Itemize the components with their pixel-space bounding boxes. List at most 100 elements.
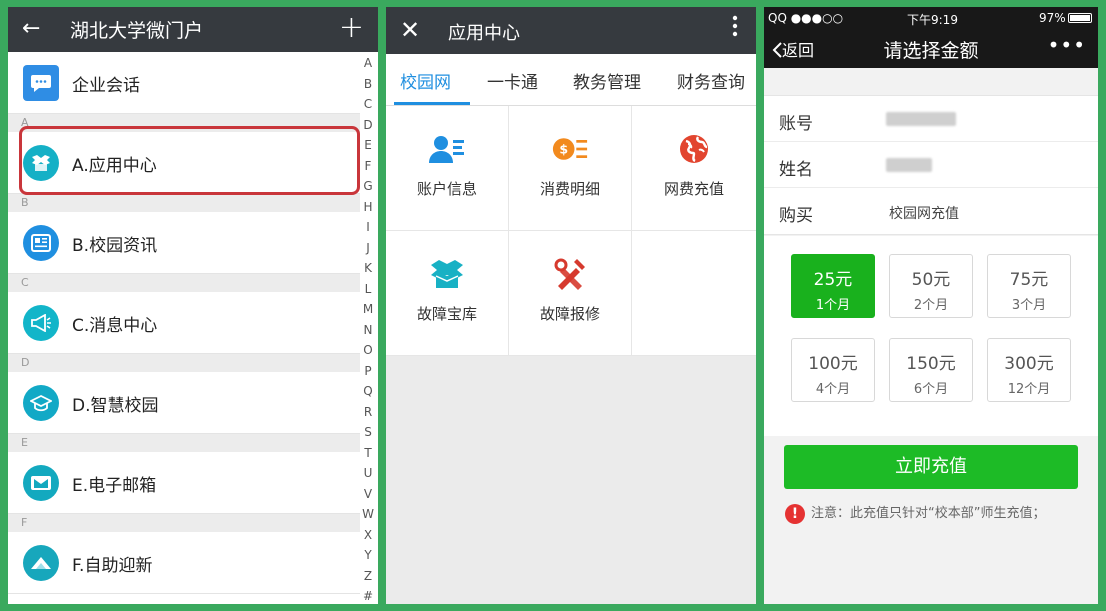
- index-letter[interactable]: K: [364, 258, 372, 279]
- info-row-purchase: 购买 校园网充值: [764, 188, 1098, 234]
- amount-options: 25元 1个月 50元 2个月 75元 3个月 100元 4个月 150元 6个…: [764, 236, 1098, 436]
- index-letter[interactable]: N: [364, 320, 373, 341]
- amount-months: 3个月: [1011, 298, 1047, 313]
- section-header-d: D: [8, 354, 360, 372]
- index-letter[interactable]: Y: [364, 545, 371, 566]
- index-letter[interactable]: B: [364, 74, 372, 95]
- recharge-now-button[interactable]: 立即充值: [784, 445, 1078, 489]
- app-fault-library[interactable]: 故障宝库: [386, 231, 509, 356]
- index-letter[interactable]: T: [364, 443, 371, 464]
- section-header-a: A: [8, 114, 360, 132]
- megaphone-icon: [23, 305, 59, 341]
- svg-text:$: $: [559, 142, 568, 157]
- index-letter[interactable]: P: [364, 361, 371, 382]
- list-item-smart-campus[interactable]: D.智慧校园: [8, 372, 360, 434]
- box-icon: [23, 145, 59, 181]
- list-item-label: E.电子邮箱: [72, 476, 157, 496]
- category-tabs: 校园网 一卡通 教务管理 财务查询: [386, 54, 756, 106]
- index-letter[interactable]: G: [363, 176, 372, 197]
- index-letter[interactable]: C: [364, 94, 372, 115]
- list-item-enterprise-chat[interactable]: 企业会话: [8, 52, 360, 114]
- list-item-self-enrollment[interactable]: F.自助迎新: [8, 532, 360, 594]
- index-letter[interactable]: L: [365, 279, 372, 300]
- list-item-label: F.自助迎新: [72, 556, 153, 576]
- app-grid: 账户信息 $ 消费明细 网费充值 故障宝库 故障报修: [386, 106, 756, 356]
- list-item-email[interactable]: E.电子邮箱: [8, 452, 360, 514]
- amount-option-100[interactable]: 100元 4个月: [791, 338, 875, 402]
- recharge-notice: ! 注意：此充值只针对“校本部”师生充值；: [779, 503, 1084, 525]
- battery-icon: [1068, 13, 1092, 23]
- redacted-value: [886, 158, 932, 172]
- amount-option-50[interactable]: 50元 2个月: [889, 254, 973, 318]
- add-icon[interactable]: +: [339, 10, 364, 45]
- index-letter[interactable]: #: [363, 586, 373, 604]
- index-letter[interactable]: F: [365, 156, 372, 177]
- index-letter[interactable]: Z: [364, 566, 372, 587]
- section-header-e: E: [8, 434, 360, 452]
- amount-value: 50元: [911, 270, 951, 290]
- alphabet-index[interactable]: A B C D E F G H I J K L M N O P Q R S T U V W X Y Z #: [360, 53, 376, 604]
- tab-finance-query[interactable]: 财务查询: [677, 68, 745, 93]
- list-item-message-center[interactable]: C.消息中心: [8, 292, 360, 354]
- amount-option-25[interactable]: 25元 1个月: [791, 254, 875, 318]
- amount-option-300[interactable]: 300元 12个月: [987, 338, 1071, 402]
- status-time: 下午9:19: [907, 13, 958, 27]
- app-account-info[interactable]: 账户信息: [386, 106, 509, 231]
- list-item-label: A.应用中心: [72, 156, 157, 176]
- amount-months: 1个月: [815, 298, 851, 313]
- mail-icon: [23, 465, 59, 501]
- app-center-title: 应用中心: [448, 23, 520, 44]
- carrier-signal: QQ ●●●○○: [768, 11, 844, 25]
- info-key: 购买: [779, 206, 813, 226]
- app-spending-details[interactable]: $ 消费明细: [509, 106, 632, 231]
- index-letter[interactable]: A: [364, 53, 372, 74]
- amount-option-75[interactable]: 75元 3个月: [987, 254, 1071, 318]
- info-row-name: 姓名: [764, 142, 1098, 188]
- notice-text: 注意：此充值只针对“校本部”师生充值；: [811, 506, 1046, 521]
- index-letter[interactable]: U: [364, 463, 373, 484]
- active-tab-underline: [394, 102, 470, 105]
- index-letter[interactable]: Q: [363, 381, 372, 402]
- close-icon[interactable]: ✕: [400, 16, 420, 44]
- coin-list-icon: $: [552, 132, 588, 166]
- index-letter[interactable]: V: [364, 484, 372, 505]
- app-network-recharge[interactable]: 网费充值: [632, 106, 756, 231]
- list-item-campus-news[interactable]: B.校园资讯: [8, 212, 360, 274]
- chat-icon: [23, 65, 59, 101]
- app-fault-report[interactable]: 故障报修: [509, 231, 632, 356]
- amount-months: 2个月: [913, 298, 949, 313]
- list-item-app-center[interactable]: A.应用中心: [8, 132, 360, 194]
- mountain-icon: [23, 545, 59, 581]
- index-letter[interactable]: W: [362, 504, 374, 525]
- index-letter[interactable]: D: [363, 115, 372, 136]
- index-letter[interactable]: X: [364, 525, 372, 546]
- index-letter[interactable]: H: [363, 197, 372, 218]
- index-letter[interactable]: I: [366, 217, 370, 238]
- news-icon: [23, 225, 59, 261]
- tools-icon: [552, 257, 588, 291]
- tab-campus-network[interactable]: 校园网: [400, 68, 451, 93]
- index-letter[interactable]: M: [363, 299, 373, 320]
- app-label: 账户信息: [416, 180, 477, 198]
- index-letter[interactable]: O: [363, 340, 372, 361]
- list-item-label: C.消息中心: [72, 316, 158, 336]
- index-letter[interactable]: S: [364, 422, 372, 443]
- app-label: 故障报修: [539, 305, 600, 323]
- tab-campus-card[interactable]: 一卡通: [487, 68, 538, 93]
- more-vertical-icon[interactable]: [732, 14, 738, 38]
- index-letter[interactable]: J: [366, 238, 370, 259]
- amount-months: 12个月: [1007, 382, 1051, 397]
- tab-academic-affairs[interactable]: 教务管理: [573, 68, 641, 93]
- index-letter[interactable]: E: [364, 135, 372, 156]
- amount-value: 75元: [1009, 270, 1049, 290]
- amount-option-150[interactable]: 150元 6个月: [889, 338, 973, 402]
- section-header-b: B: [8, 194, 360, 212]
- redacted-value: [886, 112, 956, 126]
- status-bar: QQ ●●●○○ 下午9:19 97%: [764, 7, 1098, 29]
- battery-percent: 97%: [1039, 11, 1066, 25]
- back-arrow-icon[interactable]: ←: [22, 16, 40, 41]
- index-letter[interactable]: R: [364, 402, 372, 423]
- app-label: 网费充值: [663, 180, 724, 198]
- more-horizontal-icon[interactable]: •••: [1048, 33, 1086, 57]
- account-card-icon: [429, 132, 465, 166]
